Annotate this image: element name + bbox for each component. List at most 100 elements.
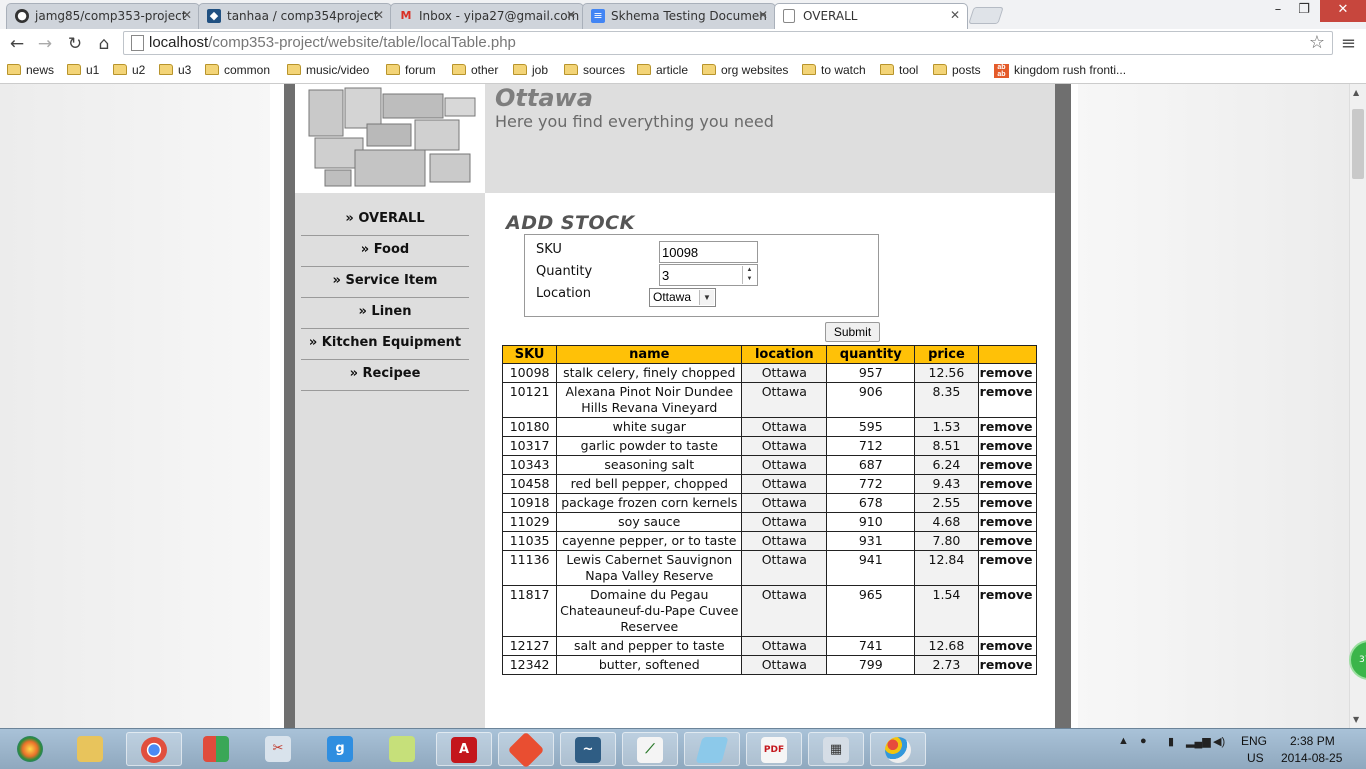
cell-sku: 10098 (501, 363, 558, 383)
taskbar-paint[interactable] (870, 732, 926, 766)
signal-icon[interactable]: ▂▄▆ (1186, 735, 1211, 748)
bookmark-article[interactable]: article (637, 63, 688, 77)
taskbar-g-app[interactable]: g (312, 732, 368, 766)
bookmark-news[interactable]: news (7, 63, 54, 77)
quantity-stepper[interactable]: 3 ▲ ▼ (659, 264, 758, 286)
tab-overall[interactable]: OVERALL ✕ (774, 3, 968, 29)
page-icon (783, 9, 795, 23)
menu-icon[interactable]: ≡ (1341, 33, 1356, 54)
reload-icon[interactable]: ↻ (64, 33, 86, 55)
bookmark-to-watch[interactable]: to watch (802, 63, 866, 77)
scroll-down-icon[interactable]: ▼ (1353, 715, 1359, 724)
back-arrow-icon[interactable]: ← (6, 33, 28, 55)
clock-time[interactable]: 2:38 PM (1290, 734, 1335, 748)
sidebar-item-recipee[interactable]: » Recipee (301, 360, 469, 391)
remove-link[interactable]: remove (977, 550, 1038, 586)
minimize-icon[interactable]: – (1264, 0, 1292, 22)
taskbar-chart-app[interactable]: ⟋ (622, 732, 678, 766)
taskbar-pdf[interactable]: PDF (746, 732, 802, 766)
bookmark-u2[interactable]: u2 (113, 63, 145, 77)
bookmark-music-video[interactable]: music/video (287, 63, 369, 77)
taskbar-mysql[interactable]: ~ (560, 732, 616, 766)
remove-link[interactable]: remove (977, 436, 1038, 456)
submit-button[interactable]: Submit (825, 322, 880, 342)
sidebar-item-food[interactable]: » Food (301, 236, 469, 267)
forward-arrow-icon[interactable]: → (34, 33, 56, 55)
taskbar-snipping[interactable]: ✂ (250, 732, 306, 766)
remove-link[interactable]: remove (977, 655, 1038, 675)
sidebar-item-overall[interactable]: » OVERALL (301, 205, 469, 236)
taskbar-git[interactable] (498, 731, 554, 769)
taskbar-notes[interactable] (374, 732, 430, 766)
restore-icon[interactable]: ❐ (1290, 0, 1318, 22)
network-status-icon[interactable]: ● (1140, 735, 1147, 747)
taskbar-explorer[interactable] (62, 732, 118, 766)
remove-link[interactable]: remove (977, 531, 1038, 551)
bookmark-posts[interactable]: posts (933, 63, 981, 77)
input-region[interactable]: US (1247, 751, 1264, 765)
cell-quantity: 906 (826, 382, 916, 418)
close-icon[interactable]: ✕ (950, 8, 960, 22)
close-icon[interactable]: ✕ (758, 8, 768, 22)
tab-github[interactable]: ● jamg85/comp353-project ✕ (6, 3, 200, 29)
sku-input[interactable]: 10098 (659, 241, 758, 263)
bookmark-kingdom-rush[interactable]: ab ab kingdom rush fronti... (994, 63, 1126, 78)
remove-link[interactable]: remove (977, 417, 1038, 437)
tab-title: Inbox - yipa27@gmail.com (419, 9, 580, 23)
remove-link[interactable]: remove (977, 474, 1038, 494)
start-button[interactable] (2, 732, 58, 766)
stepper-arrows-icon[interactable]: ▲ ▼ (742, 266, 756, 284)
tab-bitbucket[interactable]: ◆ tanhaa / comp354project ✕ (198, 3, 392, 29)
folder-icon (802, 64, 816, 75)
bookmark-star-icon[interactable]: ☆ (1309, 32, 1325, 53)
address-bar[interactable]: localhost/comp353-project/website/table/… (123, 31, 1333, 55)
cell-price: 8.35 (914, 382, 979, 418)
remove-link[interactable]: remove (977, 455, 1038, 475)
bookmark-u3[interactable]: u3 (159, 63, 191, 77)
close-icon[interactable]: ✕ (374, 8, 384, 22)
clock-date[interactable]: 2014-08-25 (1281, 751, 1342, 765)
bookmark-u1[interactable]: u1 (67, 63, 99, 77)
taskbar-app-grid[interactable] (188, 732, 244, 766)
taskbar-calculator[interactable]: ▦ (808, 732, 864, 766)
remove-link[interactable]: remove (977, 382, 1038, 418)
window-close-icon[interactable]: ✕ (1320, 0, 1366, 22)
taskbar-eraser[interactable] (684, 732, 740, 766)
sidebar-item-kitchen-equipment[interactable]: » Kitchen Equipment (301, 329, 469, 360)
cell-price: 1.54 (914, 585, 979, 637)
tab-gmail[interactable]: M Inbox - yipa27@gmail.com ✕ (390, 3, 584, 29)
remove-link[interactable]: remove (977, 493, 1038, 513)
volume-icon[interactable]: ◀) (1213, 735, 1225, 748)
battery-icon[interactable]: ▮ (1168, 735, 1174, 748)
remove-link[interactable]: remove (977, 512, 1038, 532)
bookmark-other[interactable]: other (452, 63, 498, 77)
home-icon[interactable]: ⌂ (93, 33, 115, 55)
bookmark-label: other (471, 63, 499, 77)
cell-location: Ottawa (741, 531, 828, 551)
sidebar-item-linen[interactable]: » Linen (301, 298, 469, 329)
close-icon[interactable]: ✕ (566, 8, 576, 22)
scroll-up-icon[interactable]: ▲ (1353, 88, 1359, 97)
taskbar-acrobat[interactable]: A (436, 732, 492, 766)
vertical-scrollbar[interactable]: ▲ ▼ (1349, 84, 1366, 728)
tab-docs[interactable]: ≡ Skhema Testing Documen ✕ (582, 3, 776, 29)
show-hidden-icons-icon[interactable]: ▲ (1118, 735, 1129, 747)
main-content: ADD STOCK SKU 10098 Quantity 3 ▲ ▼ Locati… (485, 193, 1055, 728)
remove-link[interactable]: remove (977, 363, 1038, 383)
scrollbar-thumb[interactable] (1352, 109, 1364, 179)
bookmark-common[interactable]: common (205, 63, 270, 77)
bookmark-job[interactable]: job (513, 63, 548, 77)
location-select[interactable]: Ottawa ▼ (649, 288, 716, 307)
remove-link[interactable]: remove (977, 636, 1038, 656)
new-tab-button[interactable] (968, 7, 1004, 24)
cell-quantity: 965 (826, 585, 916, 637)
bookmark-org-websites[interactable]: org websites (702, 63, 788, 77)
bookmark-forum[interactable]: forum (386, 63, 436, 77)
taskbar-chrome[interactable] (126, 732, 182, 766)
bookmark-sources[interactable]: sources (564, 63, 625, 77)
close-icon[interactable]: ✕ (182, 8, 192, 22)
remove-link[interactable]: remove (977, 585, 1038, 637)
sidebar-item-service-item[interactable]: » Service Item (301, 267, 469, 298)
bookmark-tool[interactable]: tool (880, 63, 918, 77)
input-language[interactable]: ENG (1241, 734, 1267, 748)
